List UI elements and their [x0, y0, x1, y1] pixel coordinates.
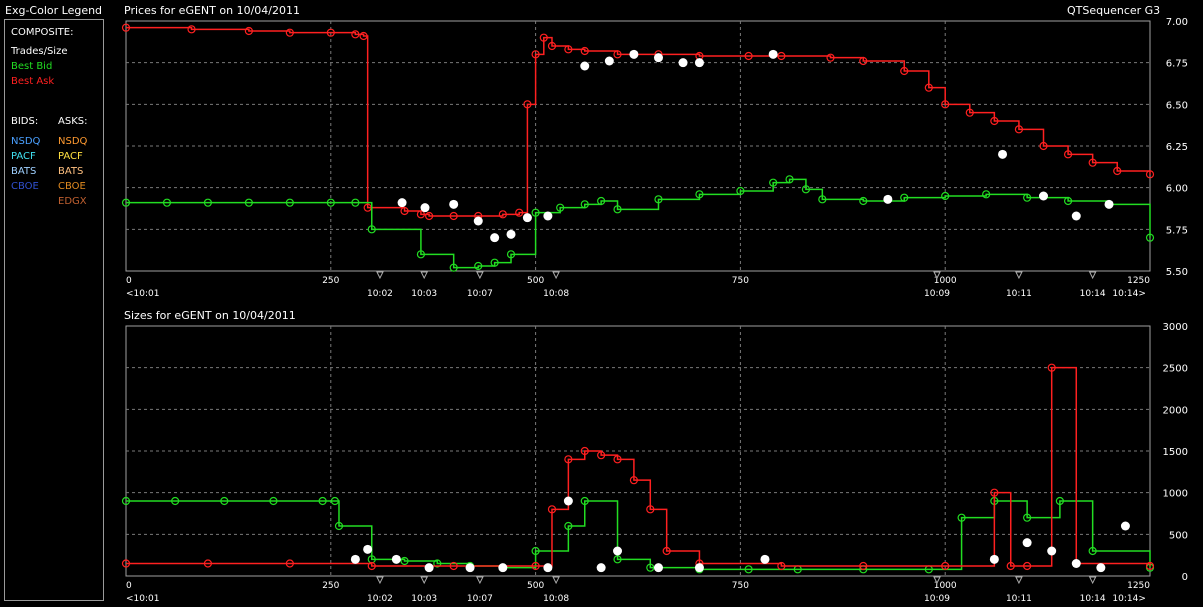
size-trade-point: [1047, 546, 1057, 556]
size-trade-point: [543, 563, 553, 573]
size-time-label: 10:14>: [1112, 594, 1145, 604]
size-trade-point: [563, 496, 573, 506]
price-trade-point: [473, 216, 483, 226]
price-trade-point: [580, 61, 590, 71]
size-x-tick-label: 500: [527, 581, 544, 591]
size-time-label: 10:03: [411, 594, 437, 604]
size-x-tick-label: 250: [322, 581, 339, 591]
price-time-label: 10:14: [1080, 289, 1106, 299]
price-trade-point: [883, 194, 893, 204]
size-time-marker: [1088, 576, 1097, 585]
size-time-marker: [420, 576, 428, 585]
price-time-marker: [420, 271, 428, 280]
size-chart: 0500100015002000250030000 250 500 750 1000 12…: [121, 322, 1188, 604]
size-time-label: 10:09: [924, 594, 950, 604]
size-y-tick-label: 0: [1182, 572, 1188, 583]
price-y-tick-label: 6.00: [1166, 184, 1188, 195]
price-trade-point: [397, 198, 407, 208]
size-y-tick-label: 2500: [1163, 364, 1188, 375]
size-trade-point: [653, 563, 663, 573]
price-time-label: 10:08: [543, 289, 569, 299]
size-trade-point: [465, 563, 475, 573]
price-time-marker: [1015, 271, 1023, 280]
price-y-tick-label: 5.50: [1166, 267, 1188, 278]
price-y-tick-label: 5.75: [1166, 225, 1188, 236]
size-y-tick-label: 1000: [1163, 489, 1188, 500]
size-time-marker: [1015, 576, 1023, 585]
size-trade-point: [1120, 521, 1130, 531]
size-trade-point: [363, 544, 373, 554]
size-time-label: 10:11: [1006, 594, 1032, 604]
price-time-label: 10:14>: [1112, 289, 1145, 299]
size-time-marker: [552, 576, 560, 585]
price-trade-point: [604, 56, 614, 66]
size-trade-point: [498, 563, 508, 573]
size-time-label: <10:01: [126, 594, 159, 604]
price-x-tick-label: 0: [126, 276, 132, 286]
price-trade-point: [1071, 211, 1081, 221]
size-trade-point: [694, 563, 704, 573]
price-time-label: <10:01: [126, 289, 159, 299]
size-trade-point: [1071, 559, 1081, 568]
size-time-label: 10:08: [543, 594, 569, 604]
price-time-label: 10:03: [411, 289, 437, 299]
size-y-tick-label: 1500: [1163, 447, 1188, 458]
price-trade-point: [653, 53, 663, 63]
price-x-tick-label: 1250: [1127, 276, 1150, 286]
price-time-marker: [476, 271, 484, 280]
price-trade-point: [678, 58, 688, 68]
price-trade-point: [629, 49, 639, 59]
size-x-tick-label: 1250: [1127, 581, 1150, 591]
price-trade-point: [543, 211, 553, 221]
size-time-label: 10:02: [367, 594, 393, 604]
size-trade-point: [1022, 538, 1032, 548]
size-x-tick-label: 750: [732, 581, 749, 591]
price-y-tick-label: 7.00: [1166, 17, 1188, 28]
price-trade-point: [506, 229, 516, 239]
price-x-tick-label: 250: [322, 276, 339, 286]
price-trade-point: [1104, 199, 1114, 209]
price-trade-point: [522, 213, 532, 223]
size-y-tick-label: 3000: [1163, 322, 1188, 333]
size-time-marker: [476, 576, 484, 585]
price-time-marker: [376, 271, 384, 280]
price-x-tick-label: 750: [732, 276, 749, 286]
size-y-tick-label: 2000: [1163, 405, 1188, 416]
price-time-label: 10:09: [924, 289, 950, 299]
size-trade-point: [391, 554, 401, 564]
price-trade-point: [490, 233, 500, 243]
price-y-tick-label: 6.50: [1166, 100, 1188, 111]
size-trade-point: [1096, 563, 1106, 573]
size-trade-point: [350, 554, 360, 564]
price-trade-point: [420, 203, 430, 213]
size-trade-point: [596, 563, 606, 573]
size-trade-point: [613, 546, 623, 556]
size-trade-point: [424, 563, 434, 573]
size-time-marker: [376, 576, 384, 585]
price-time-label: 10:07: [467, 289, 493, 299]
size-trade-point: [989, 554, 999, 564]
price-y-tick-label: 6.75: [1166, 59, 1188, 70]
size-x-tick-label: 0: [126, 581, 132, 591]
price-trade-point: [449, 199, 459, 209]
size-time-label: 10:07: [467, 594, 493, 604]
price-time-marker: [552, 271, 560, 280]
price-time-label: 10:02: [367, 289, 393, 299]
size-trade-point: [760, 554, 770, 564]
price-chart: 5.50 5.75 6.00 6.25 6.50 6.75 7.00 0 250 500 750 10…: [121, 17, 1188, 299]
charts-svg: 5.50 5.75 6.00 6.25 6.50 6.75 7.00 0 250 500 750 10…: [121, 17, 1188, 604]
price-time-label: 10:11: [1006, 289, 1032, 299]
price-time-marker: [1088, 271, 1097, 280]
price-trade-point: [694, 58, 704, 68]
price-trade-point: [1039, 191, 1049, 201]
price-trade-point: [998, 149, 1008, 159]
price-x-tick-label: 500: [527, 276, 544, 286]
size-time-label: 10:14: [1080, 594, 1106, 604]
size-y-tick-label: 500: [1169, 530, 1188, 541]
price-trade-point: [768, 49, 778, 59]
price-y-tick-label: 6.25: [1166, 142, 1188, 153]
